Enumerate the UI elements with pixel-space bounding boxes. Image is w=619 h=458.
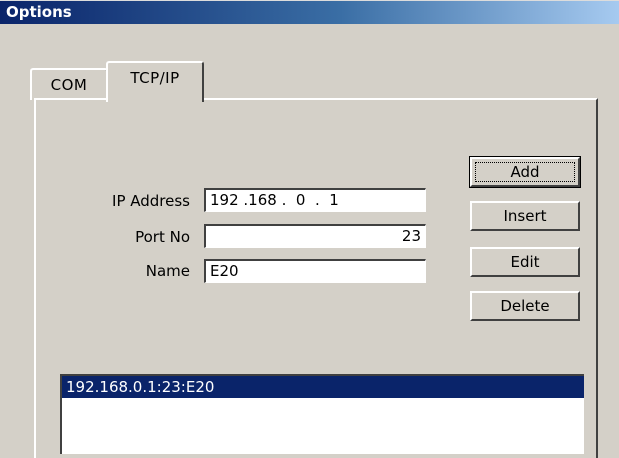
tab-com-label: COM [50,76,88,94]
window-title: Options [6,3,72,21]
tab-panel-tcp-ip [34,98,598,458]
tab-tcp-ip-label: TCP/IP [130,69,180,87]
tab-com[interactable]: COM [30,68,108,100]
window-titlebar[interactable]: Options [0,0,619,24]
tab-tcp-ip[interactable]: TCP/IP [106,61,204,102]
